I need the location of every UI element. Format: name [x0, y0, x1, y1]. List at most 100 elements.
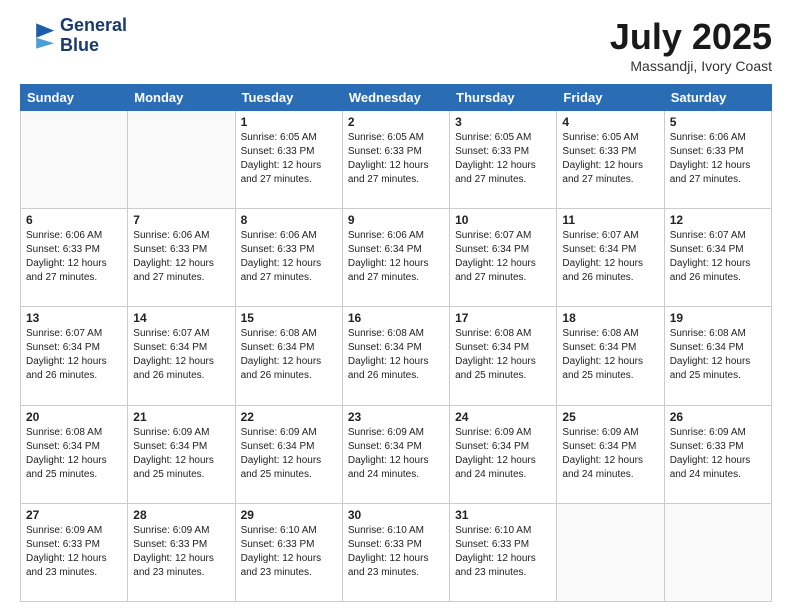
calendar-cell: 11Sunrise: 6:07 AM Sunset: 6:34 PM Dayli… — [557, 209, 664, 307]
day-number: 18 — [562, 311, 658, 325]
calendar-cell: 24 Sunrise: 6:09 AM Sunset: 6:34 PM Dayli… — [450, 405, 557, 503]
day-info: Sunrise: 6:08 AM Sunset: 6:34 PM Dayligh… — [26, 426, 122, 482]
day-info: Sunrise: 6:06 AM Sunset: 6:33 PM Dayligh… — [670, 131, 766, 187]
day-number: 16 — [348, 311, 444, 325]
weekday-header-monday: Monday — [128, 85, 235, 111]
day-info: Sunrise: 6:07 AM Sunset: 6:34 PM Dayligh… — [26, 327, 122, 383]
day-number: 20 — [26, 410, 122, 424]
day-number: 15 — [241, 311, 337, 325]
day-info: Sunrise: 6:09 AM Sunset: 6:33 PM Dayligh… — [670, 426, 766, 482]
calendar-cell: 4 Sunrise: 6:05 AM Sunset: 6:33 PM Daylig… — [557, 111, 664, 209]
week-row-4: 27Sunrise: 6:09 AM Sunset: 6:33 PM Dayli… — [21, 503, 772, 601]
day-info: Sunrise: 6:07 AM Sunset: 6:34 PM Dayligh… — [670, 229, 766, 285]
day-info: Sunrise: 6:09 AM Sunset: 6:34 PM Dayligh… — [241, 426, 337, 482]
calendar-cell — [664, 503, 771, 601]
day-number: 5 — [670, 115, 766, 129]
day-info: Sunrise: 6:08 AM Sunset: 6:34 PM Dayligh… — [455, 327, 551, 383]
calendar-cell: 2 Sunrise: 6:05 AM Sunset: 6:33 PM Daylig… — [342, 111, 449, 209]
day-number: 4 — [562, 115, 658, 129]
day-info: Sunrise: 6:06 AM Sunset: 6:33 PM Dayligh… — [241, 229, 337, 285]
calendar-cell: 3 Sunrise: 6:05 AM Sunset: 6:33 PM Daylig… — [450, 111, 557, 209]
calendar-cell: 8 Sunrise: 6:06 AM Sunset: 6:33 PM Daylig… — [235, 209, 342, 307]
day-info: Sunrise: 6:05 AM Sunset: 6:33 PM Dayligh… — [348, 131, 444, 187]
logo-text: General Blue — [60, 16, 127, 56]
calendar-table: SundayMondayTuesdayWednesdayThursdayFrid… — [20, 84, 772, 602]
day-info: Sunrise: 6:07 AM Sunset: 6:34 PM Dayligh… — [562, 229, 658, 285]
day-info: Sunrise: 6:06 AM Sunset: 6:33 PM Dayligh… — [26, 229, 122, 285]
page: General Blue July 2025 Massandji, Ivory … — [0, 0, 792, 612]
day-info: Sunrise: 6:05 AM Sunset: 6:33 PM Dayligh… — [455, 131, 551, 187]
weekday-header-tuesday: Tuesday — [235, 85, 342, 111]
calendar-cell — [21, 111, 128, 209]
day-info: Sunrise: 6:08 AM Sunset: 6:34 PM Dayligh… — [670, 327, 766, 383]
day-info: Sunrise: 6:06 AM Sunset: 6:33 PM Dayligh… — [133, 229, 229, 285]
week-row-0: 1 Sunrise: 6:05 AM Sunset: 6:33 PM Daylig… — [21, 111, 772, 209]
day-info: Sunrise: 6:08 AM Sunset: 6:34 PM Dayligh… — [241, 327, 337, 383]
weekday-header-wednesday: Wednesday — [342, 85, 449, 111]
day-info: Sunrise: 6:09 AM Sunset: 6:33 PM Dayligh… — [133, 524, 229, 580]
day-number: 24 — [455, 410, 551, 424]
calendar-cell: 6Sunrise: 6:06 AM Sunset: 6:33 PM Daylig… — [21, 209, 128, 307]
day-number: 31 — [455, 508, 551, 522]
day-number: 29 — [241, 508, 337, 522]
day-info: Sunrise: 6:06 AM Sunset: 6:34 PM Dayligh… — [348, 229, 444, 285]
week-row-2: 13 Sunrise: 6:07 AM Sunset: 6:34 PM Dayli… — [21, 307, 772, 405]
header: General Blue July 2025 Massandji, Ivory … — [20, 16, 772, 74]
weekday-header-friday: Friday — [557, 85, 664, 111]
weekday-header-sunday: Sunday — [21, 85, 128, 111]
calendar-cell: 28 Sunrise: 6:09 AM Sunset: 6:33 PM Dayli… — [128, 503, 235, 601]
calendar-cell: 12Sunrise: 6:07 AM Sunset: 6:34 PM Dayli… — [664, 209, 771, 307]
day-number: 3 — [455, 115, 551, 129]
calendar-cell: 31Sunrise: 6:10 AM Sunset: 6:33 PM Dayli… — [450, 503, 557, 601]
day-info: Sunrise: 6:09 AM Sunset: 6:34 PM Dayligh… — [455, 426, 551, 482]
calendar-cell — [128, 111, 235, 209]
calendar-cell: 25 Sunrise: 6:09 AM Sunset: 6:34 PM Dayli… — [557, 405, 664, 503]
title-area: July 2025 Massandji, Ivory Coast — [610, 16, 772, 74]
subtitle: Massandji, Ivory Coast — [610, 58, 772, 74]
weekday-header-row: SundayMondayTuesdayWednesdayThursdayFrid… — [21, 85, 772, 111]
day-number: 17 — [455, 311, 551, 325]
calendar-cell: 18 Sunrise: 6:08 AM Sunset: 6:34 PM Dayli… — [557, 307, 664, 405]
day-number: 19 — [670, 311, 766, 325]
day-number: 25 — [562, 410, 658, 424]
day-info: Sunrise: 6:07 AM Sunset: 6:34 PM Dayligh… — [133, 327, 229, 383]
day-number: 13 — [26, 311, 122, 325]
logo-icon — [20, 18, 56, 54]
day-number: 2 — [348, 115, 444, 129]
day-info: Sunrise: 6:07 AM Sunset: 6:34 PM Dayligh… — [455, 229, 551, 285]
calendar-cell: 15 Sunrise: 6:08 AM Sunset: 6:34 PM Dayli… — [235, 307, 342, 405]
day-info: Sunrise: 6:09 AM Sunset: 6:34 PM Dayligh… — [562, 426, 658, 482]
calendar-cell: 19 Sunrise: 6:08 AM Sunset: 6:34 PM Dayli… — [664, 307, 771, 405]
day-info: Sunrise: 6:09 AM Sunset: 6:34 PM Dayligh… — [348, 426, 444, 482]
day-info: Sunrise: 6:08 AM Sunset: 6:34 PM Dayligh… — [562, 327, 658, 383]
calendar-cell: 29 Sunrise: 6:10 AM Sunset: 6:33 PM Dayli… — [235, 503, 342, 601]
calendar-cell: 5 Sunrise: 6:06 AM Sunset: 6:33 PM Daylig… — [664, 111, 771, 209]
day-number: 22 — [241, 410, 337, 424]
logo: General Blue — [20, 16, 127, 56]
day-info: Sunrise: 6:05 AM Sunset: 6:33 PM Dayligh… — [241, 131, 337, 187]
logo-line2: Blue — [60, 36, 127, 56]
calendar-cell: 20 Sunrise: 6:08 AM Sunset: 6:34 PM Dayli… — [21, 405, 128, 503]
calendar-cell: 9 Sunrise: 6:06 AM Sunset: 6:34 PM Daylig… — [342, 209, 449, 307]
day-number: 28 — [133, 508, 229, 522]
calendar-cell: 21Sunrise: 6:09 AM Sunset: 6:34 PM Dayli… — [128, 405, 235, 503]
day-number: 9 — [348, 213, 444, 227]
day-number: 7 — [133, 213, 229, 227]
day-number: 8 — [241, 213, 337, 227]
weekday-header-saturday: Saturday — [664, 85, 771, 111]
day-info: Sunrise: 6:09 AM Sunset: 6:33 PM Dayligh… — [26, 524, 122, 580]
logo-line1: General — [60, 16, 127, 36]
calendar-cell: 10 Sunrise: 6:07 AM Sunset: 6:34 PM Dayli… — [450, 209, 557, 307]
day-info: Sunrise: 6:05 AM Sunset: 6:33 PM Dayligh… — [562, 131, 658, 187]
calendar-cell: 7 Sunrise: 6:06 AM Sunset: 6:33 PM Daylig… — [128, 209, 235, 307]
day-number: 10 — [455, 213, 551, 227]
day-info: Sunrise: 6:10 AM Sunset: 6:33 PM Dayligh… — [241, 524, 337, 580]
calendar-cell: 30Sunrise: 6:10 AM Sunset: 6:33 PM Dayli… — [342, 503, 449, 601]
calendar-cell: 27Sunrise: 6:09 AM Sunset: 6:33 PM Dayli… — [21, 503, 128, 601]
calendar-cell: 26Sunrise: 6:09 AM Sunset: 6:33 PM Dayli… — [664, 405, 771, 503]
calendar-cell: 17 Sunrise: 6:08 AM Sunset: 6:34 PM Dayli… — [450, 307, 557, 405]
day-number: 1 — [241, 115, 337, 129]
day-info: Sunrise: 6:08 AM Sunset: 6:34 PM Dayligh… — [348, 327, 444, 383]
day-number: 21 — [133, 410, 229, 424]
calendar-cell: 1 Sunrise: 6:05 AM Sunset: 6:33 PM Daylig… — [235, 111, 342, 209]
